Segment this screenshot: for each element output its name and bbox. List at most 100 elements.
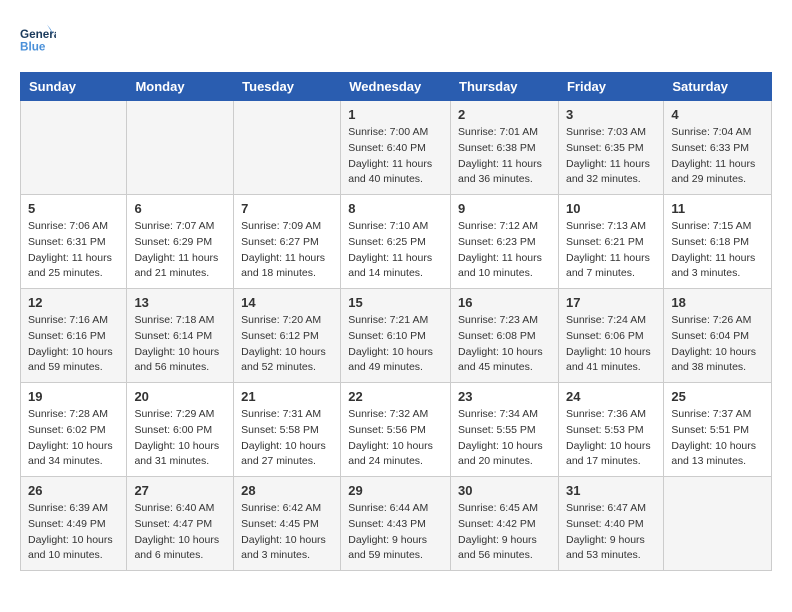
- calendar-cell: 20Sunrise: 7:29 AM Sunset: 6:00 PM Dayli…: [127, 383, 234, 477]
- day-info: Sunrise: 7:26 AM Sunset: 6:04 PM Dayligh…: [671, 313, 764, 376]
- day-info: Sunrise: 7:28 AM Sunset: 6:02 PM Dayligh…: [28, 407, 119, 470]
- calendar-cell: 14 Sunrise: 7:20 AM Sunset: 6:12 PM Dayli…: [234, 289, 341, 383]
- day-number: 1: [348, 107, 443, 122]
- calendar-cell: 6Sunrise: 7:07 AM Sunset: 6:29 PM Daylig…: [127, 195, 234, 289]
- day-info: Sunrise: 7:24 AM Sunset: 6:06 PM Dayligh…: [566, 313, 656, 376]
- day-number: 3: [566, 107, 656, 122]
- calendar-cell: [21, 101, 127, 195]
- day-number: 19: [28, 389, 119, 404]
- day-number: 15: [348, 295, 443, 310]
- week-row-3: 12 Sunrise: 7:16 AM Sunset: 6:16 PM Dayli…: [21, 289, 772, 383]
- calendar-cell: 18Sunrise: 7:26 AM Sunset: 6:04 PM Dayli…: [664, 289, 772, 383]
- day-info: Sunrise: 7:10 AM Sunset: 6:25 PM Dayligh…: [348, 219, 443, 282]
- day-number: 20: [134, 389, 226, 404]
- header-cell-sunday: Sunday: [21, 73, 127, 101]
- calendar-cell: [127, 101, 234, 195]
- day-info: Sunrise: 7:18 AM Sunset: 6:14 PM Dayligh…: [134, 313, 226, 376]
- calendar-cell: 31 Sunrise: 6:47 AM Sunset: 4:40 PM Dayli…: [558, 477, 663, 571]
- calendar-cell: 4 Sunrise: 7:04 AM Sunset: 6:33 PM Daylig…: [664, 101, 772, 195]
- day-info: Sunrise: 7:13 AM Sunset: 6:21 PM Dayligh…: [566, 219, 656, 282]
- header-cell-friday: Friday: [558, 73, 663, 101]
- day-number: 10: [566, 201, 656, 216]
- day-info: Sunrise: 7:32 AM Sunset: 5:56 PM Dayligh…: [348, 407, 443, 470]
- calendar-cell: 25 Sunrise: 7:37 AM Sunset: 5:51 PM Dayli…: [664, 383, 772, 477]
- calendar-cell: 23 Sunrise: 7:34 AM Sunset: 5:55 PM Dayli…: [451, 383, 559, 477]
- day-info: Sunrise: 7:34 AM Sunset: 5:55 PM Dayligh…: [458, 407, 551, 470]
- header-cell-monday: Monday: [127, 73, 234, 101]
- calendar-cell: 16Sunrise: 7:23 AM Sunset: 6:08 PM Dayli…: [451, 289, 559, 383]
- day-number: 17: [566, 295, 656, 310]
- calendar-cell: 9Sunrise: 7:12 AM Sunset: 6:23 PM Daylig…: [451, 195, 559, 289]
- header-cell-saturday: Saturday: [664, 73, 772, 101]
- day-info: Sunrise: 7:37 AM Sunset: 5:51 PM Dayligh…: [671, 407, 764, 470]
- day-info: Sunrise: 6:42 AM Sunset: 4:45 PM Dayligh…: [241, 501, 333, 564]
- calendar-cell: 28Sunrise: 6:42 AM Sunset: 4:45 PM Dayli…: [234, 477, 341, 571]
- day-info: Sunrise: 6:47 AM Sunset: 4:40 PM Dayligh…: [566, 501, 656, 564]
- day-info: Sunrise: 7:03 AM Sunset: 6:35 PM Dayligh…: [566, 125, 656, 188]
- day-number: 8: [348, 201, 443, 216]
- day-info: Sunrise: 7:20 AM Sunset: 6:12 PM Dayligh…: [241, 313, 333, 376]
- day-number: 22: [348, 389, 443, 404]
- logo-icon: General Blue: [20, 20, 56, 56]
- calendar-cell: 10 Sunrise: 7:13 AM Sunset: 6:21 PM Dayli…: [558, 195, 663, 289]
- day-info: Sunrise: 7:06 AM Sunset: 6:31 PM Dayligh…: [28, 219, 119, 282]
- day-info: Sunrise: 7:36 AM Sunset: 5:53 PM Dayligh…: [566, 407, 656, 470]
- calendar-cell: 26 Sunrise: 6:39 AM Sunset: 4:49 PM Dayli…: [21, 477, 127, 571]
- calendar-cell: 2Sunrise: 7:01 AM Sunset: 6:38 PM Daylig…: [451, 101, 559, 195]
- day-number: 23: [458, 389, 551, 404]
- calendar-cell: 21 Sunrise: 7:31 AM Sunset: 5:58 PM Dayli…: [234, 383, 341, 477]
- calendar-cell: 30 Sunrise: 6:45 AM Sunset: 4:42 PM Dayli…: [451, 477, 559, 571]
- calendar-cell: 27 Sunrise: 6:40 AM Sunset: 4:47 PM Dayli…: [127, 477, 234, 571]
- day-number: 7: [241, 201, 333, 216]
- day-info: Sunrise: 7:21 AM Sunset: 6:10 PM Dayligh…: [348, 313, 443, 376]
- svg-text:Blue: Blue: [20, 41, 46, 54]
- day-number: 12: [28, 295, 119, 310]
- day-number: 25: [671, 389, 764, 404]
- day-number: 21: [241, 389, 333, 404]
- day-info: Sunrise: 6:45 AM Sunset: 4:42 PM Dayligh…: [458, 501, 551, 564]
- calendar-cell: 5 Sunrise: 7:06 AM Sunset: 6:31 PM Daylig…: [21, 195, 127, 289]
- day-number: 5: [28, 201, 119, 216]
- logo: General Blue: [20, 20, 60, 56]
- calendar-cell: 19 Sunrise: 7:28 AM Sunset: 6:02 PM Dayli…: [21, 383, 127, 477]
- day-info: Sunrise: 7:23 AM Sunset: 6:08 PM Dayligh…: [458, 313, 551, 376]
- day-info: Sunrise: 6:40 AM Sunset: 4:47 PM Dayligh…: [134, 501, 226, 564]
- calendar-cell: 1Sunrise: 7:00 AM Sunset: 6:40 PM Daylig…: [341, 101, 451, 195]
- day-info: Sunrise: 6:39 AM Sunset: 4:49 PM Dayligh…: [28, 501, 119, 564]
- day-number: 11: [671, 201, 764, 216]
- day-number: 29: [348, 483, 443, 498]
- calendar-cell: [234, 101, 341, 195]
- day-info: Sunrise: 7:15 AM Sunset: 6:18 PM Dayligh…: [671, 219, 764, 282]
- calendar-body: 1Sunrise: 7:00 AM Sunset: 6:40 PM Daylig…: [21, 101, 772, 571]
- day-info: Sunrise: 7:31 AM Sunset: 5:58 PM Dayligh…: [241, 407, 333, 470]
- calendar-cell: 3 Sunrise: 7:03 AM Sunset: 6:35 PM Daylig…: [558, 101, 663, 195]
- day-number: 27: [134, 483, 226, 498]
- day-number: 2: [458, 107, 551, 122]
- week-row-5: 26 Sunrise: 6:39 AM Sunset: 4:49 PM Dayli…: [21, 477, 772, 571]
- day-number: 30: [458, 483, 551, 498]
- day-info: Sunrise: 7:12 AM Sunset: 6:23 PM Dayligh…: [458, 219, 551, 282]
- day-number: 14: [241, 295, 333, 310]
- week-row-4: 19 Sunrise: 7:28 AM Sunset: 6:02 PM Dayli…: [21, 383, 772, 477]
- calendar-cell: 29Sunrise: 6:44 AM Sunset: 4:43 PM Dayli…: [341, 477, 451, 571]
- calendar-cell: 7Sunrise: 7:09 AM Sunset: 6:27 PM Daylig…: [234, 195, 341, 289]
- header-row: SundayMondayTuesdayWednesdayThursdayFrid…: [21, 73, 772, 101]
- day-info: Sunrise: 7:16 AM Sunset: 6:16 PM Dayligh…: [28, 313, 119, 376]
- calendar-table: SundayMondayTuesdayWednesdayThursdayFrid…: [20, 72, 772, 571]
- calendar-cell: 24Sunrise: 7:36 AM Sunset: 5:53 PM Dayli…: [558, 383, 663, 477]
- week-row-1: 1Sunrise: 7:00 AM Sunset: 6:40 PM Daylig…: [21, 101, 772, 195]
- calendar-cell: 11 Sunrise: 7:15 AM Sunset: 6:18 PM Dayli…: [664, 195, 772, 289]
- day-number: 26: [28, 483, 119, 498]
- calendar-cell: 15 Sunrise: 7:21 AM Sunset: 6:10 PM Dayli…: [341, 289, 451, 383]
- header-cell-tuesday: Tuesday: [234, 73, 341, 101]
- calendar-cell: 17 Sunrise: 7:24 AM Sunset: 6:06 PM Dayli…: [558, 289, 663, 383]
- calendar-cell: 8 Sunrise: 7:10 AM Sunset: 6:25 PM Daylig…: [341, 195, 451, 289]
- header-cell-wednesday: Wednesday: [341, 73, 451, 101]
- day-number: 4: [671, 107, 764, 122]
- calendar-header: SundayMondayTuesdayWednesdayThursdayFrid…: [21, 73, 772, 101]
- day-number: 31: [566, 483, 656, 498]
- day-info: Sunrise: 7:04 AM Sunset: 6:33 PM Dayligh…: [671, 125, 764, 188]
- header-cell-thursday: Thursday: [451, 73, 559, 101]
- calendar-cell: 13 Sunrise: 7:18 AM Sunset: 6:14 PM Dayli…: [127, 289, 234, 383]
- day-number: 13: [134, 295, 226, 310]
